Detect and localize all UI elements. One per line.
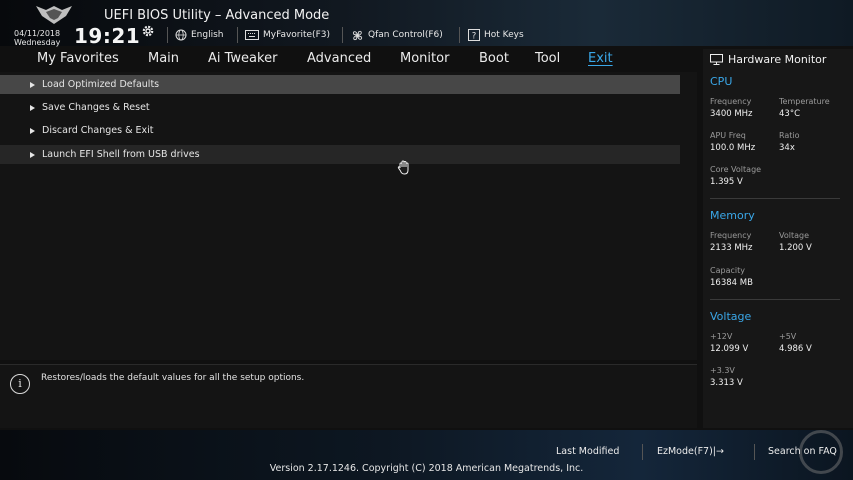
tab-monitor[interactable]: Monitor — [400, 51, 449, 66]
footer-separator — [642, 444, 643, 460]
ratio-value: 34x — [779, 143, 795, 153]
myfavorite-button[interactable]: MyFavorite(F3) — [245, 28, 330, 42]
voltage-section-title: Voltage — [710, 310, 752, 323]
monitor-icon — [710, 54, 723, 65]
arrow-right-icon — [30, 81, 35, 88]
tab-my-favorites[interactable]: My Favorites — [37, 51, 119, 66]
v5-label: +5V — [779, 332, 797, 341]
hot-keys-button[interactable]: ? Hot Keys — [468, 28, 524, 42]
core-voltage-label: Core Voltage — [710, 165, 762, 174]
save-changes-reset-item[interactable]: Save Changes & Reset — [0, 98, 680, 117]
hardware-monitor-panel: Hardware Monitor CPU Frequency Temperatu… — [703, 49, 853, 428]
memory-frequency-value: 2133 MHz — [710, 243, 753, 253]
version-text: Version 2.17.1246. Copyright (C) 2018 Am… — [269, 463, 584, 474]
memory-frequency-label: Frequency — [710, 231, 752, 240]
memory-voltage-value: 1.200 V — [779, 243, 812, 253]
apu-freq-label: APU Freq — [710, 131, 746, 140]
tab-boot[interactable]: Boot — [479, 51, 509, 66]
main-menu: My Favorites Main Ai Tweaker Advanced Mo… — [0, 49, 700, 71]
v33-value: 3.313 V — [710, 378, 743, 388]
fan-icon — [352, 30, 363, 40]
arrow-right-icon — [30, 151, 35, 158]
header-separator — [237, 27, 238, 43]
memory-capacity-value: 16384 MB — [710, 278, 753, 288]
header-separator — [167, 27, 168, 43]
tab-ai-tweaker[interactable]: Ai Tweaker — [208, 51, 277, 66]
hardware-monitor-title: Hardware Monitor — [710, 53, 826, 66]
footer-separator — [754, 444, 755, 460]
tab-advanced[interactable]: Advanced — [307, 51, 371, 66]
hot-keys-label: Hot Keys — [484, 30, 524, 40]
footer-bar: Last Modified EzMode(F7)|→ Search on FAQ… — [0, 430, 853, 480]
myfavorite-label: MyFavorite(F3) — [263, 30, 330, 40]
date-text: 04/11/2018 — [14, 29, 61, 38]
load-optimized-defaults-item[interactable]: Load Optimized Defaults — [0, 75, 680, 94]
language-label: English — [191, 30, 224, 40]
section-divider — [710, 299, 840, 300]
memory-capacity-label: Capacity — [710, 266, 745, 275]
v33-label: +3.3V — [710, 366, 735, 375]
svg-text:?: ? — [472, 31, 477, 41]
item-label: Save Changes & Reset — [42, 102, 150, 113]
header-bar: UEFI BIOS Utility – Advanced Mode 04/11/… — [0, 0, 853, 48]
v12-value: 12.099 V — [710, 344, 749, 354]
hand-cursor-icon — [397, 160, 409, 175]
discard-changes-exit-item[interactable]: Discard Changes & Exit — [0, 121, 680, 140]
exit-options-panel: Load Optimized Defaults Save Changes & R… — [0, 72, 697, 360]
cpu-temperature-value: 43°C — [779, 109, 801, 119]
memory-section-title: Memory — [710, 209, 755, 222]
header-separator — [459, 27, 460, 43]
globe-icon — [175, 29, 187, 41]
apu-freq-value: 100.0 MHz — [710, 143, 756, 153]
ratio-label: Ratio — [779, 131, 800, 140]
last-modified-button[interactable]: Last Modified — [556, 446, 619, 457]
help-description: Restores/loads the default values for al… — [41, 373, 305, 383]
launch-efi-shell-item[interactable]: Launch EFI Shell from USB drives — [0, 145, 680, 164]
item-label: Discard Changes & Exit — [42, 125, 154, 136]
cpu-frequency-label: Frequency — [710, 97, 752, 106]
section-divider — [710, 198, 840, 199]
v5-value: 4.986 V — [779, 344, 812, 354]
tuf-logo-icon — [36, 6, 72, 24]
hardware-monitor-label: Hardware Monitor — [728, 53, 827, 66]
help-icon: ? — [468, 29, 480, 41]
item-label: Load Optimized Defaults — [42, 79, 160, 90]
arrow-right-icon — [30, 127, 35, 134]
cpu-temperature-label: Temperature — [779, 97, 830, 106]
memory-voltage-label: Voltage — [779, 231, 810, 240]
tab-tool[interactable]: Tool — [535, 51, 560, 66]
cpu-frequency-value: 3400 MHz — [710, 109, 753, 119]
tab-exit[interactable]: Exit — [588, 51, 613, 66]
ezmode-button[interactable]: EzMode(F7)|→ — [657, 446, 724, 457]
weekday-text: Wednesday — [14, 38, 61, 47]
time-display: 19:21 — [74, 24, 141, 48]
qfan-control-label: Qfan Control(F6) — [368, 30, 443, 40]
qfan-control-button[interactable]: Qfan Control(F6) — [351, 28, 443, 42]
info-icon: i — [10, 374, 30, 394]
tab-main[interactable]: Main — [148, 51, 179, 66]
language-button[interactable]: English — [175, 28, 224, 42]
cpu-section-title: CPU — [710, 75, 733, 88]
help-bar: i Restores/loads the default values for … — [0, 364, 697, 428]
v12-label: +12V — [710, 332, 733, 341]
page-title: UEFI BIOS Utility – Advanced Mode — [104, 8, 330, 23]
keyboard-icon — [245, 30, 259, 40]
core-voltage-value: 1.395 V — [710, 177, 743, 187]
arrow-right-icon — [30, 104, 35, 111]
header-separator — [342, 27, 343, 43]
item-label: Launch EFI Shell from USB drives — [42, 149, 200, 160]
search-faq-button[interactable]: Search on FAQ — [768, 446, 837, 457]
gear-icon[interactable] — [141, 24, 155, 38]
date-display: 04/11/2018 Wednesday — [14, 29, 60, 47]
